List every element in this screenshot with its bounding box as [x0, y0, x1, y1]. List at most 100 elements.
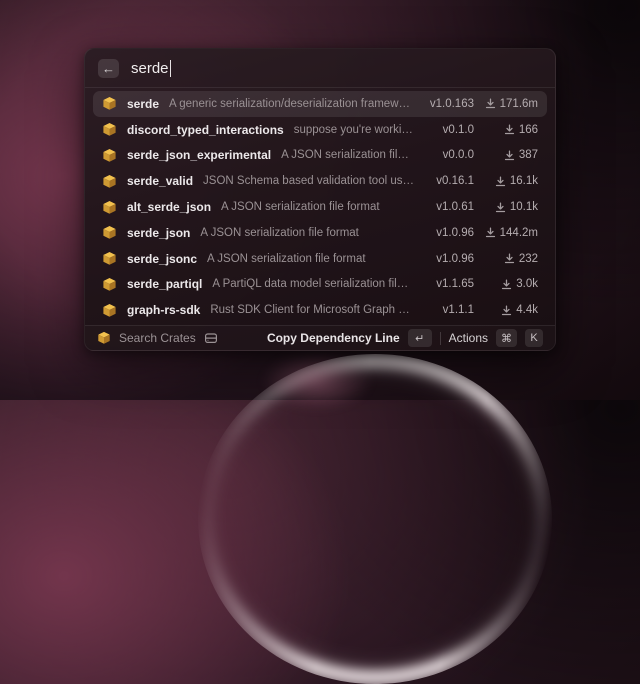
download-icon [495, 176, 506, 187]
crate-result-row[interactable]: alt_serde_json A JSON serialization file… [93, 194, 547, 220]
download-count: 3.0k [516, 278, 538, 290]
crate-package-icon [102, 122, 117, 137]
copy-dependency-line-button[interactable]: Copy Dependency Line [267, 331, 400, 345]
k-key-badge: K [525, 329, 543, 347]
crate-name: serde [127, 97, 159, 111]
crate-package-icon [102, 277, 117, 292]
crate-name: serde_valid [127, 174, 193, 188]
back-button[interactable]: ← [98, 59, 119, 78]
footer-actions: Copy Dependency Line ↵ Actions ⌘ K [267, 329, 543, 347]
crate-package-icon [102, 200, 117, 215]
download-icon [504, 253, 515, 264]
background-ring-pink-tip [262, 352, 372, 410]
crate-description: A JSON serialization file format [281, 149, 414, 161]
results-list: serde A generic serialization/deserializ… [85, 88, 555, 325]
crate-version: v1.0.163 [424, 98, 474, 110]
crate-version: v1.0.96 [424, 227, 474, 239]
crate-downloads: 16.1k [474, 175, 538, 187]
footer-app: Search Crates [97, 331, 218, 345]
download-count: 387 [519, 149, 538, 161]
k-key-label: K [530, 332, 537, 344]
download-icon [485, 227, 496, 238]
crate-result-row[interactable]: discord_typed_interactions suppose you'r… [93, 117, 547, 143]
crate-meta: v0.0.0 387 [414, 149, 538, 161]
crate-version: v1.0.61 [424, 201, 474, 213]
crate-meta: v1.0.96 232 [414, 253, 538, 265]
crate-meta: v1.1.1 4.4k [414, 304, 538, 316]
crate-meta: v0.1.0 166 [414, 124, 538, 136]
cmd-key-badge: ⌘ [496, 329, 517, 347]
crate-description: suppose you're working with discord slas… [294, 124, 414, 136]
crate-meta: v1.0.163 171.6m [414, 98, 538, 110]
crate-package-icon [102, 148, 117, 163]
crate-result-row[interactable]: serde_json_experimental A JSON serializa… [93, 143, 547, 169]
crate-downloads: 166 [474, 124, 538, 136]
crate-downloads: 4.4k [474, 304, 538, 316]
command-icon: ⌘ [501, 332, 512, 345]
download-count: 4.4k [516, 304, 538, 316]
footer-app-name: Search Crates [119, 331, 196, 345]
footer-divider [440, 332, 441, 345]
download-icon [501, 279, 512, 290]
download-count: 144.2m [500, 227, 538, 239]
crate-description: Rust SDK Client for Microsoft Graph and … [210, 304, 414, 316]
background-ring-glow [198, 354, 552, 684]
crate-description: JSON Schema based validation tool using … [203, 175, 414, 187]
crate-meta: v1.1.65 3.0k [414, 278, 538, 290]
crate-description: A JSON serialization file format [207, 253, 366, 265]
download-count: 10.1k [510, 201, 538, 213]
crate-description: A JSON serialization file format [221, 201, 380, 213]
launcher-window: ← serde serde A generic serialization/de… [84, 48, 556, 351]
download-icon [504, 124, 515, 135]
crate-downloads: 10.1k [474, 201, 538, 213]
crate-name: alt_serde_json [127, 200, 211, 214]
crate-package-icon [102, 96, 117, 111]
drive-icon [204, 331, 218, 345]
download-icon [485, 98, 496, 109]
crate-downloads: 171.6m [474, 98, 538, 110]
crate-name: serde_json [127, 226, 190, 240]
crate-result-row[interactable]: serde A generic serialization/deserializ… [93, 91, 547, 117]
crate-package-icon [97, 331, 111, 345]
crate-result-row[interactable]: graph-rs-sdk Rust SDK Client for Microso… [93, 297, 547, 323]
crate-version: v1.0.96 [424, 253, 474, 265]
search-input[interactable]: serde [131, 60, 171, 77]
crate-result-row[interactable]: serde_partiql A PartiQL data model seria… [93, 271, 547, 297]
crate-meta: v0.16.1 16.1k [414, 175, 538, 187]
download-count: 171.6m [500, 98, 538, 110]
crate-version: v0.0.0 [424, 149, 474, 161]
crate-name: graph-rs-sdk [127, 303, 200, 317]
download-icon [504, 150, 515, 161]
crate-package-icon [102, 174, 117, 189]
actions-button[interactable]: Actions [449, 331, 488, 345]
download-icon [495, 202, 506, 213]
crate-package-icon [102, 303, 117, 318]
footer-bar: Search Crates Copy Dependency Line ↵ Act… [85, 325, 555, 350]
download-count: 232 [519, 253, 538, 265]
crate-version: v0.1.0 [424, 124, 474, 136]
text-cursor [170, 60, 172, 77]
crate-result-row[interactable]: serde_valid JSON Schema based validation… [93, 168, 547, 194]
crate-package-icon [102, 225, 117, 240]
crate-package-icon [102, 251, 117, 266]
crate-name: serde_jsonc [127, 252, 197, 266]
crate-description: A PartiQL data model serialization file … [212, 278, 414, 290]
crate-result-row[interactable]: serde_jsonc A JSON serialization file fo… [93, 246, 547, 272]
crate-description: A JSON serialization file format [200, 227, 359, 239]
crate-meta: v1.0.96 144.2m [414, 227, 538, 239]
crate-meta: v1.0.61 10.1k [414, 201, 538, 213]
crate-downloads: 3.0k [474, 278, 538, 290]
return-key-badge[interactable]: ↵ [408, 329, 432, 347]
crate-description: A generic serialization/deserialization … [169, 98, 414, 110]
crate-name: discord_typed_interactions [127, 123, 284, 137]
download-count: 16.1k [510, 175, 538, 187]
crate-result-row[interactable]: serde_json A JSON serialization file for… [93, 220, 547, 246]
download-icon [501, 305, 512, 316]
crate-downloads: 144.2m [474, 227, 538, 239]
download-count: 166 [519, 124, 538, 136]
crate-version: v1.1.1 [424, 304, 474, 316]
crate-name: serde_json_experimental [127, 148, 271, 162]
search-query-text: serde [131, 60, 169, 77]
search-bar: ← serde [85, 49, 555, 88]
crate-version: v1.1.65 [424, 278, 474, 290]
